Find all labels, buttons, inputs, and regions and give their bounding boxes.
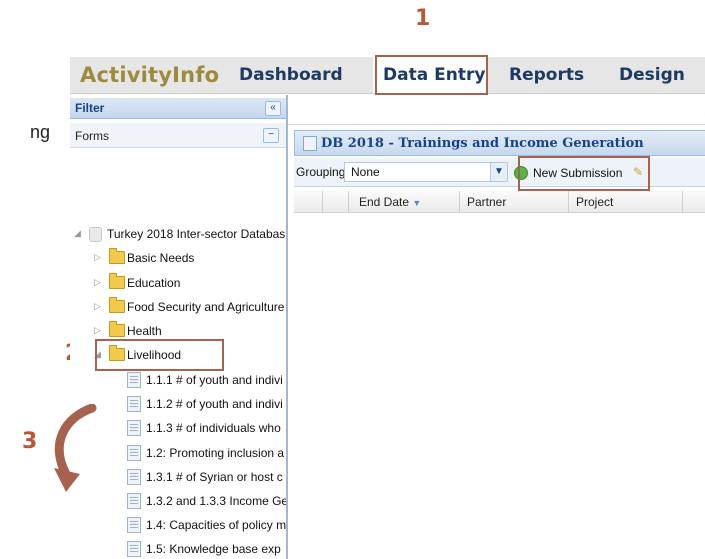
tree-form-label: 1.1.3 # of individuals who <box>146 421 281 435</box>
column-divider <box>459 191 460 212</box>
form-icon <box>303 136 317 151</box>
form-icon <box>127 420 141 436</box>
form-icon <box>127 372 141 388</box>
tree-form-label: 1.1.2 # of youth and indivi <box>146 397 283 411</box>
cropped-text: ng <box>30 122 51 142</box>
tree-form-row[interactable]: 1.1.1 # of youth and indivi <box>70 370 286 390</box>
form-icon <box>127 396 141 412</box>
grouping-value: None <box>351 165 380 179</box>
curved-arrow-icon <box>54 404 97 492</box>
tree-folder-row[interactable]: ▷ Food Security and Agriculture <box>70 297 286 317</box>
tree-folder-label: Basic Needs <box>127 251 195 265</box>
folder-icon <box>109 273 125 289</box>
tree-form-label: 1.2: Promoting inclusion a <box>146 446 285 460</box>
grouping-label: Grouping <box>296 165 346 179</box>
form-icon <box>127 493 141 509</box>
tree-folder-row[interactable]: ▷ Education <box>70 273 286 293</box>
column-header-project[interactable]: Project <box>576 195 613 209</box>
callout-box-4 <box>518 156 650 191</box>
tree-database-label: Turkey 2018 Inter-sector Databas <box>107 227 286 241</box>
expand-arrow-icon[interactable]: ▷ <box>94 301 101 312</box>
form-icon <box>127 541 141 557</box>
tree-form-label: 1.4: Capacities of policy m <box>146 518 286 532</box>
column-divider <box>682 191 683 212</box>
tree-folder-label: Health <box>127 324 162 338</box>
collapse-panel-icon[interactable]: « <box>265 101 281 116</box>
chevron-down-icon[interactable]: ▼ <box>490 163 507 181</box>
nav-reports[interactable]: Reports <box>509 65 584 85</box>
tree-database-row[interactable]: ◢ Turkey 2018 Inter-sector Databas <box>70 224 286 244</box>
expand-arrow-icon[interactable]: ▷ <box>94 277 101 288</box>
expand-arrow-icon[interactable]: ▷ <box>94 325 101 336</box>
tree-form-label: 1.3.1 # of Syrian or host c <box>146 470 283 484</box>
column-header-partner[interactable]: Partner <box>467 195 506 209</box>
tree-folder-row[interactable]: ▷ Health <box>70 321 286 341</box>
column-header-end-date[interactable]: End Date ▼ <box>359 195 421 209</box>
column-divider <box>322 191 323 212</box>
callout-box-1 <box>375 55 488 95</box>
tree-form-row[interactable]: 1.5: Knowledge base exp <box>70 539 286 559</box>
column-header-label: End Date <box>359 195 410 209</box>
divider <box>288 124 705 125</box>
filter-title: Filter <box>75 101 105 115</box>
nav-dashboard[interactable]: Dashboard <box>239 65 343 85</box>
expand-arrow-icon[interactable]: ▷ <box>94 252 101 263</box>
tree-form-label: 1.3.2 and 1.3.3 Income Ge <box>146 494 286 508</box>
folder-icon <box>109 248 125 264</box>
database-icon <box>89 227 102 242</box>
tree-form-row[interactable]: 1.3.2 and 1.3.3 Income Ge <box>70 491 286 511</box>
tree-form-row[interactable]: 1.4: Capacities of policy m <box>70 515 286 535</box>
tree-folder-row[interactable]: ▷ Basic Needs <box>70 248 286 268</box>
nav-design[interactable]: Design <box>619 65 685 85</box>
forms-collapse-icon[interactable]: − <box>263 128 279 143</box>
folder-icon <box>109 297 125 313</box>
form-icon <box>127 469 141 485</box>
forms-header: Forms − <box>70 123 286 148</box>
column-divider <box>568 191 569 212</box>
tree-folder-label: Food Security and Agriculture <box>127 300 285 314</box>
form-title: DB 2018 - Trainings and Income Generatio… <box>321 136 644 151</box>
expand-arrow-icon[interactable]: ◢ <box>74 228 81 239</box>
tree-folder-label: Education <box>127 276 181 290</box>
folder-icon <box>109 321 125 337</box>
filter-header: Filter « <box>70 98 286 119</box>
column-divider <box>348 191 349 212</box>
callout-1: 1 <box>415 6 431 31</box>
tree-form-label: 1.1.1 # of youth and indivi <box>146 373 283 387</box>
sort-desc-icon: ▼ <box>412 198 422 208</box>
callout-box-2 <box>95 339 224 371</box>
form-icon <box>127 517 141 533</box>
callout-3: 3 <box>22 429 38 454</box>
grouping-select[interactable]: None ▼ <box>344 162 508 182</box>
form-icon <box>127 445 141 461</box>
form-title-bar: DB 2018 - Trainings and Income Generatio… <box>294 130 705 156</box>
forms-label: Forms <box>75 129 109 143</box>
tree-form-label: 1.5: Knowledge base exp <box>146 542 281 556</box>
brand-logo[interactable]: ActivityInfo <box>80 63 219 87</box>
